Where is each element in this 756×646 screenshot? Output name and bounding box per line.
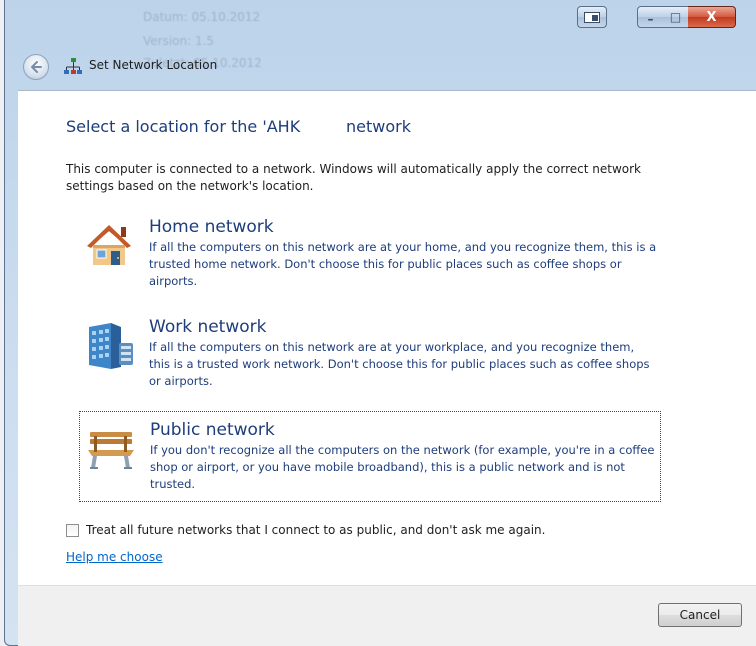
- window-layout-button[interactable]: [577, 6, 607, 28]
- home-network-option[interactable]: Home network If all the computers on thi…: [79, 209, 661, 300]
- back-arrow-icon: [31, 61, 42, 73]
- page-heading: Select a location for the 'AHK network: [66, 117, 411, 136]
- dialog-window: Datum: 05.10.2012 Version: 1.5 Zuletzt: …: [4, 0, 756, 646]
- maximize-button[interactable]: □: [663, 6, 689, 28]
- close-icon: X: [706, 9, 717, 25]
- public-network-description: If you don't recognize all the computers…: [150, 443, 655, 491]
- home-network-description: If all the computers on this network are…: [149, 240, 657, 288]
- work-network-description: If all the computers on this network are…: [149, 340, 650, 388]
- house-icon: [87, 225, 131, 265]
- minimize-button[interactable]: –: [637, 6, 664, 28]
- minimize-icon: –: [647, 12, 654, 26]
- window-title: Set Network Location: [89, 58, 218, 72]
- cancel-button[interactable]: Cancel: [658, 603, 742, 627]
- office-building-icon: [89, 323, 133, 369]
- work-network-option[interactable]: Work network If all the computers on thi…: [79, 309, 661, 400]
- work-network-title: Work network: [149, 317, 267, 337]
- background-ghost-text: Version: 1.5: [143, 34, 215, 48]
- treat-as-public-checkbox-row[interactable]: Treat all future networks that I connect…: [66, 523, 545, 537]
- content-panel: Select a location for the 'AHK network T…: [18, 90, 756, 646]
- public-network-option[interactable]: Public network If you don't recognize al…: [79, 411, 661, 502]
- intro-text: This computer is connected to a network.…: [66, 162, 642, 193]
- public-network-title: Public network: [150, 420, 275, 440]
- background-ghost-text: Datum: 05.10.2012: [143, 10, 261, 24]
- network-icon: [64, 58, 82, 74]
- help-me-choose-link[interactable]: Help me choose: [66, 550, 163, 564]
- treat-as-public-checkbox[interactable]: [66, 523, 79, 537]
- home-network-title: Home network: [149, 217, 274, 237]
- maximize-icon: □: [669, 10, 682, 24]
- back-button[interactable]: [23, 54, 49, 80]
- close-button[interactable]: X: [688, 6, 736, 28]
- park-bench-icon: [88, 432, 134, 469]
- dialog-footer: Cancel: [18, 585, 756, 646]
- treat-as-public-label[interactable]: Treat all future networks that I connect…: [86, 523, 545, 537]
- window-layout-icon: [584, 11, 600, 23]
